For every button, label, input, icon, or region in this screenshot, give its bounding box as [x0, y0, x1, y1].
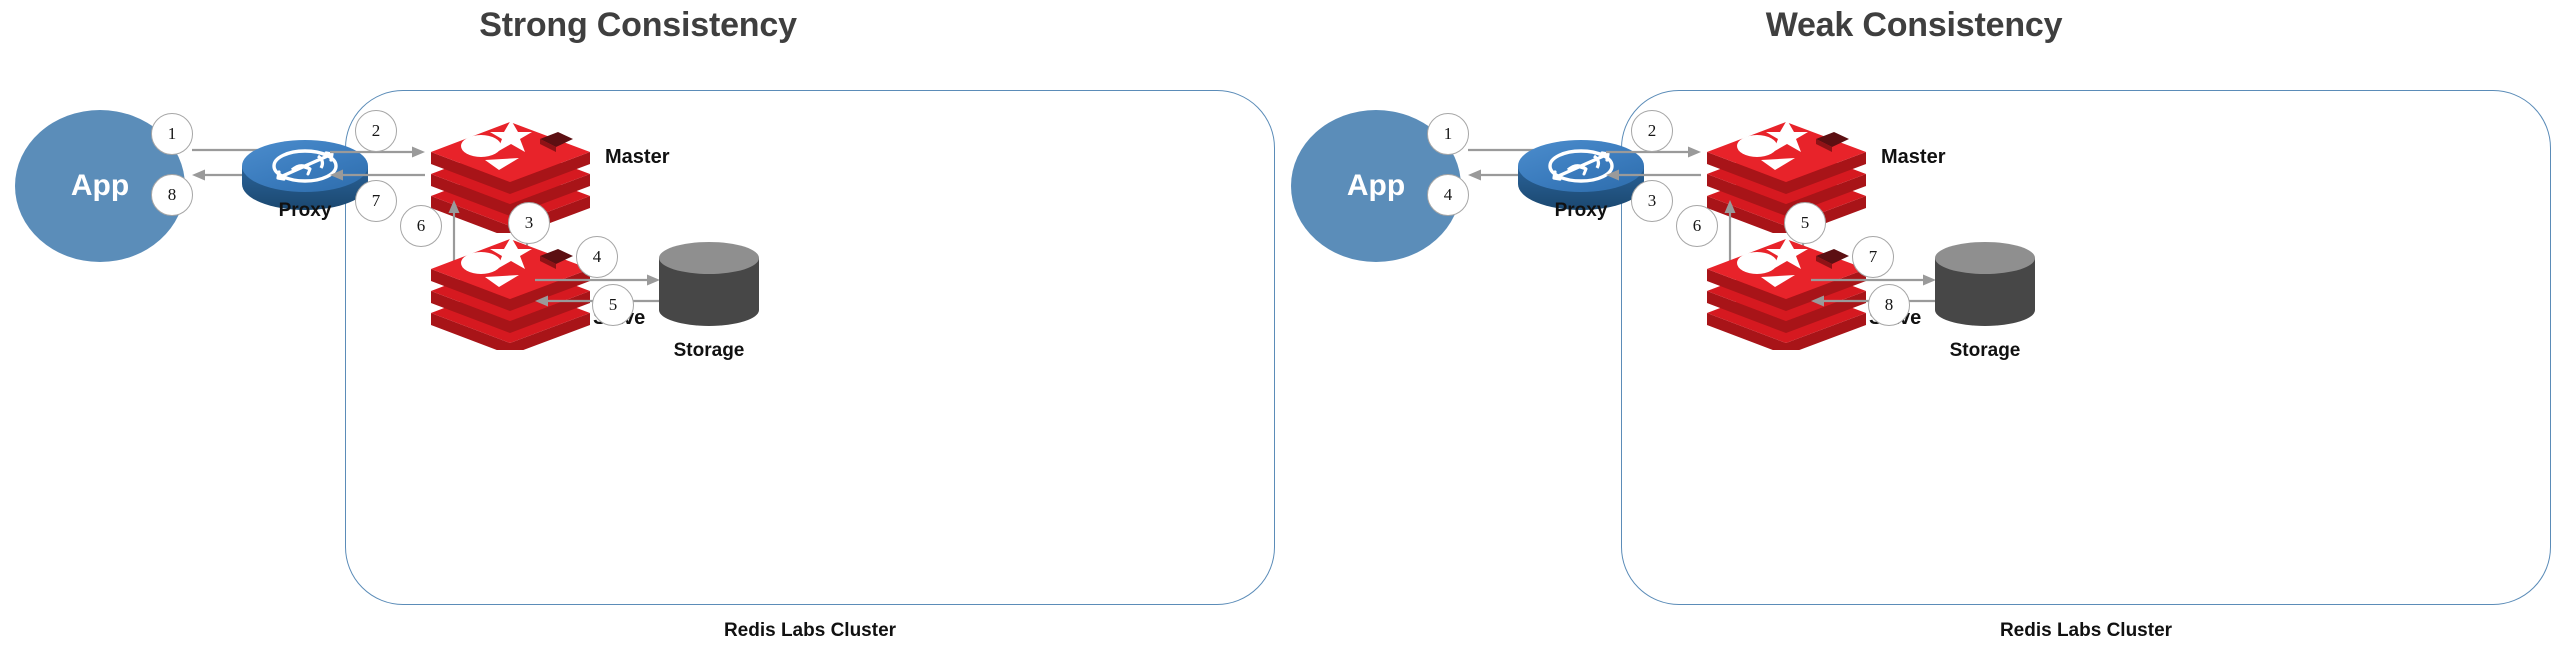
- storage-node-weak[interactable]: Storage: [1931, 240, 2039, 361]
- storage-label: Storage: [673, 340, 745, 361]
- slave-node-strong[interactable]: Slave: [423, 225, 645, 355]
- step-circle-1-weak[interactable]: 1: [1427, 113, 1469, 155]
- step-circle-7-strong[interactable]: 7: [355, 180, 397, 222]
- storage-cylinder-icon: [659, 242, 759, 326]
- step-circle-8-strong[interactable]: 8: [151, 174, 193, 216]
- step-circle-8-weak[interactable]: 8: [1868, 284, 1910, 326]
- diagram-canvas: Strong Consistency Redis Labs Cluster Ap…: [0, 0, 2552, 668]
- cluster-caption-strong: Redis Labs Cluster: [723, 620, 897, 641]
- arrow-master-to-proxy-strong: [330, 169, 425, 181]
- step-circle-3-weak[interactable]: 3: [1631, 180, 1673, 222]
- arrow-master-to-proxy-weak: [1606, 169, 1701, 181]
- slave-node-weak[interactable]: Slave: [1699, 225, 1921, 355]
- master-label: Master: [1881, 146, 1946, 168]
- step-circle-4-strong[interactable]: 4: [576, 236, 618, 278]
- step-circle-4-weak[interactable]: 4: [1427, 174, 1469, 216]
- storage-label: Storage: [1949, 340, 2021, 361]
- page-title-strong: Strong Consistency: [479, 6, 797, 44]
- step-circle-2-weak[interactable]: 2: [1631, 110, 1673, 152]
- storage-node-strong[interactable]: Storage: [655, 240, 763, 361]
- storage-cylinder-icon: [1935, 242, 2035, 326]
- cluster-caption-weak: Redis Labs Cluster: [1999, 620, 2173, 641]
- master-label: Master: [605, 146, 670, 168]
- page-title-weak: Weak Consistency: [1765, 6, 2063, 44]
- step-circle-7-weak[interactable]: 7: [1852, 236, 1894, 278]
- proxy-node-strong[interactable]: Proxy: [240, 126, 370, 221]
- redis-stack-icon: [1707, 237, 1866, 355]
- redis-stack-icon: [431, 237, 590, 355]
- panel-weak-consistency: Weak Consistency Redis Labs Cluster App …: [1276, 0, 2552, 668]
- panel-strong-consistency: Strong Consistency Redis Labs Cluster Ap…: [0, 0, 1276, 668]
- step-circle-5-strong[interactable]: 5: [592, 284, 634, 326]
- step-circle-1-strong[interactable]: 1: [151, 113, 193, 155]
- step-circle-2-strong[interactable]: 2: [355, 110, 397, 152]
- proxy-node-weak[interactable]: Proxy: [1516, 126, 1646, 221]
